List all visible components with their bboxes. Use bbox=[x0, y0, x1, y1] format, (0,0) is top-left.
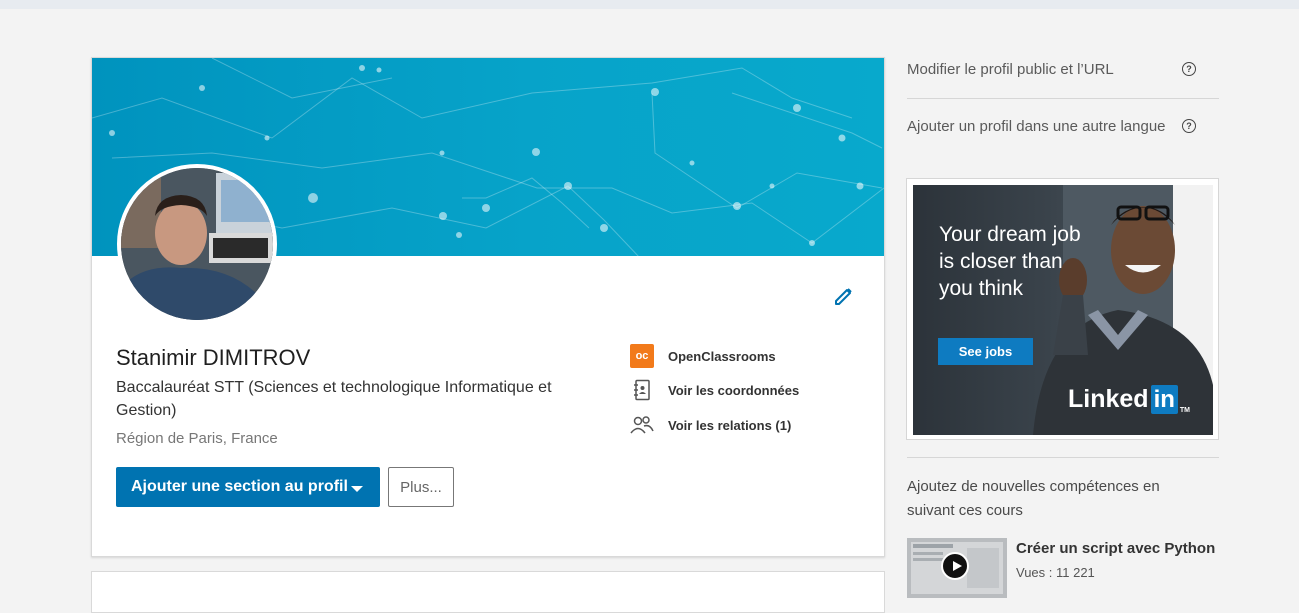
add-language-profile-link[interactable]: Ajouter un profil dans une autre langue bbox=[907, 115, 1167, 139]
add-profile-section-button[interactable]: Ajouter une section au profil bbox=[116, 467, 380, 507]
question-circle-icon[interactable]: ? bbox=[1182, 119, 1196, 133]
course-views: Vues : 11 221 bbox=[1016, 565, 1095, 580]
school-link[interactable]: oc OpenClassrooms bbox=[630, 344, 776, 368]
courses-heading: Ajoutez de nouvelles compétences en suiv… bbox=[907, 478, 1160, 519]
ad-headline: Your dream job is closer than you think bbox=[939, 223, 1081, 300]
contact-info-label: Voir les coordonnées bbox=[668, 382, 800, 398]
profile-photo[interactable] bbox=[117, 164, 277, 324]
play-icon bbox=[941, 552, 969, 580]
edit-public-profile-link[interactable]: Modifier le profil public et l’URL bbox=[907, 58, 1219, 82]
linkedin-logo-tm: TM bbox=[1179, 407, 1191, 414]
profile-location: Région de Paris, France bbox=[116, 430, 278, 447]
school-link-label: OpenClassrooms bbox=[668, 348, 776, 364]
course-title: Créer un script avec Python bbox=[1016, 540, 1216, 557]
openclassrooms-logo: oc bbox=[630, 344, 654, 368]
profile-name: Stanimir DIMITROV bbox=[116, 345, 311, 370]
add-profile-section-label: Ajouter une section au profil bbox=[131, 478, 348, 495]
course-thumbnail bbox=[907, 538, 1007, 598]
top-navigation-bar bbox=[0, 0, 1299, 9]
edit-profile-button[interactable] bbox=[832, 284, 856, 308]
profile-headline: Baccalauréat STT (Sciences et technologi… bbox=[116, 379, 552, 419]
caret-down-icon bbox=[351, 486, 363, 492]
connections-label: Voir les relations (1) bbox=[668, 417, 792, 433]
pencil-icon bbox=[835, 288, 852, 305]
linkedin-logo-in: in bbox=[1150, 385, 1178, 414]
linkedin-logo: Linked in TM bbox=[1068, 385, 1190, 414]
see-jobs-button[interactable]: See jobs bbox=[938, 338, 1033, 365]
contact-card-icon bbox=[630, 378, 654, 402]
linkedin-logo-word: Linked bbox=[1068, 385, 1149, 413]
people-icon bbox=[630, 413, 654, 437]
school-logo-icon: oc bbox=[630, 344, 654, 368]
rail-divider bbox=[907, 457, 1219, 458]
advertisement: Your dream job is closer than you think … bbox=[906, 178, 1219, 440]
contact-info-link[interactable]: Voir les coordonnées bbox=[630, 378, 799, 402]
ad-banner[interactable]: Your dream job is closer than you think … bbox=[913, 185, 1213, 435]
question-circle-icon[interactable]: ? bbox=[1182, 62, 1196, 76]
more-button[interactable]: Plus... bbox=[388, 467, 454, 507]
rail-divider bbox=[907, 98, 1219, 99]
profile-photo-image bbox=[121, 168, 273, 320]
profile-card: Stanimir DIMITROV Baccalauréat STT (Scie… bbox=[91, 57, 885, 557]
connections-link[interactable]: Voir les relations (1) bbox=[630, 413, 791, 437]
next-profile-card bbox=[91, 571, 885, 613]
course-item[interactable]: Créer un script avec Python Vues : 11 22… bbox=[907, 538, 1219, 598]
